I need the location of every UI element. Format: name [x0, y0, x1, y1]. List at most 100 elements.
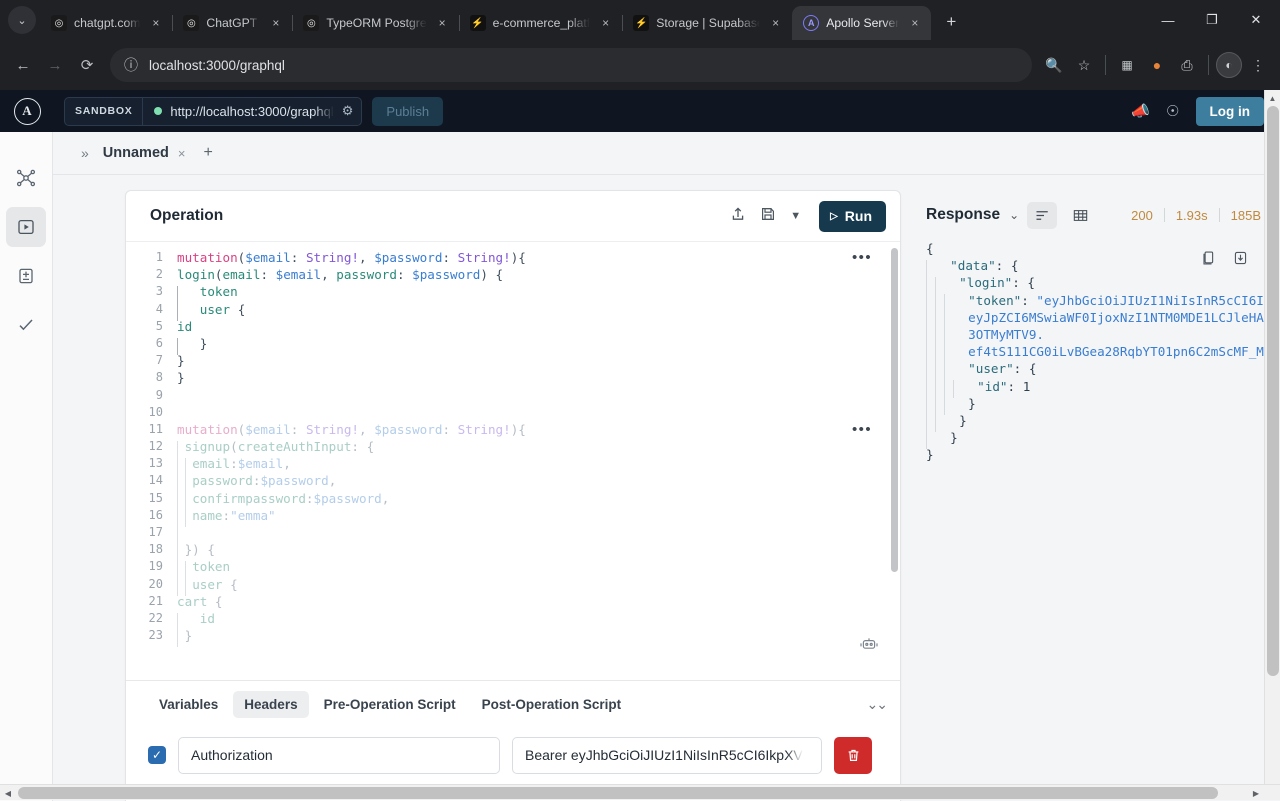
scroll-left-arrow[interactable]: ◀	[0, 785, 16, 801]
browser-tab-close-icon[interactable]: ×	[434, 15, 451, 32]
browser-tab-5[interactable]: AApollo Server×	[792, 6, 931, 40]
copy-clipboard-icon[interactable]	[1201, 250, 1216, 271]
kebab-menu-icon[interactable]: ⋮	[1244, 51, 1272, 79]
forward-icon: →	[40, 50, 70, 80]
minimize-button[interactable]: —	[1146, 4, 1190, 36]
line-number: 11	[126, 421, 177, 438]
line-number: 1	[126, 249, 177, 266]
profile-avatar[interactable]: ◐	[1216, 52, 1242, 78]
browser-tab-4[interactable]: ⚡Storage | Supabase×	[622, 6, 792, 40]
tab-search-button[interactable]: ⌄	[8, 6, 36, 34]
endpoint-url-text: http://localhost:3000/graphql	[170, 104, 333, 119]
code-line: 13email:$email,	[126, 455, 900, 472]
page-vertical-scrollbar[interactable]: ▲ ▼	[1264, 90, 1280, 800]
share-upload-icon[interactable]	[730, 206, 746, 226]
browser-tab-close-icon[interactable]: ×	[767, 15, 784, 32]
chevron-down-icon[interactable]: ▼	[790, 210, 801, 222]
browser-tab-close-icon[interactable]: ×	[597, 15, 614, 32]
op-bottom-tab-variables[interactable]: Variables	[148, 691, 229, 718]
json-lines-icon[interactable]	[1027, 202, 1057, 229]
code-line: 2login(email: $email, password: $passwor…	[126, 266, 900, 283]
fox-extension-icon[interactable]: ●	[1143, 51, 1171, 79]
scroll-up-arrow[interactable]: ▲	[1265, 90, 1280, 106]
page-horizontal-scrollbar[interactable]: ◀ ▶	[0, 784, 1280, 800]
reload-icon[interactable]: ⟳	[72, 50, 102, 80]
publish-button[interactable]: Publish	[372, 97, 443, 126]
endpoint-field[interactable]: http://localhost:3000/graphql ⚙	[143, 98, 361, 125]
table-grid-icon[interactable]	[1065, 202, 1095, 229]
openai-icon: ◎	[183, 15, 199, 31]
browser-chrome: ⌄ ◎chatgpt.com×◎ChatGPT×◎TypeORM Postgre…	[0, 0, 1280, 90]
endpoint-group: SANDBOX http://localhost:3000/graphql ⚙	[64, 97, 362, 126]
address-bar-text: localhost:3000/graphql	[149, 58, 1022, 73]
response-line: eyJpZCI6MSwiaWF0IjoxNzI1NTM0MDE1LCJleHAi…	[926, 309, 1280, 326]
scroll-right-arrow[interactable]: ▶	[1248, 785, 1264, 801]
header-value-input[interactable]: Bearer eyJhbGciOiJIUzI1NiIsInR5cCI6IkpXV	[512, 737, 822, 774]
document-tab-close-icon[interactable]: ×	[178, 146, 186, 161]
op-bottom-tab-post-operation-script[interactable]: Post-Operation Script	[471, 691, 633, 718]
document-tab-unnamed[interactable]: Unnamed ×	[103, 145, 186, 161]
login-button[interactable]: Log in	[1196, 97, 1265, 126]
header-key-input[interactable]: Authorization	[178, 737, 500, 774]
robot-assist-icon[interactable]	[860, 637, 878, 654]
close-window-button[interactable]: ✕	[1234, 4, 1278, 36]
run-button[interactable]: ▷ Run	[819, 201, 886, 232]
new-document-icon[interactable]	[6, 256, 46, 296]
trash-icon[interactable]	[834, 737, 872, 774]
line-code: id	[177, 318, 900, 335]
operation-bottom-panel: VariablesHeadersPre-Operation ScriptPost…	[126, 680, 900, 801]
address-bar[interactable]: ⓘ localhost:3000/graphql	[110, 48, 1032, 82]
info-circle-icon[interactable]: ⓘ	[122, 51, 140, 79]
operation-code[interactable]: 1mutation($email: String!, $password: St…	[126, 242, 900, 680]
code-line: 20user {	[126, 576, 900, 593]
operation-editor[interactable]: 1mutation($email: String!, $password: St…	[126, 241, 900, 680]
line-code: user {	[177, 301, 900, 318]
editor-scrollbar[interactable]	[891, 248, 898, 572]
line-menu-dots[interactable]: •••	[852, 249, 872, 266]
header-enabled-checkbox[interactable]: ✓	[148, 746, 166, 764]
apollo-logo[interactable]: A	[0, 90, 54, 132]
browser-tab-close-icon[interactable]: ×	[906, 15, 923, 32]
op-bottom-tab-pre-operation-script[interactable]: Pre-Operation Script	[313, 691, 467, 718]
back-icon[interactable]: ←	[8, 50, 38, 80]
op-bottom-tab-headers[interactable]: Headers	[233, 691, 308, 718]
explorer-icon[interactable]	[6, 207, 46, 247]
response-line: 3OTMyMTV9.	[926, 326, 1280, 343]
browser-tab-2[interactable]: ◎TypeORM Postgre×	[292, 6, 458, 40]
page-vertical-scroll-thumb[interactable]	[1267, 106, 1279, 676]
checks-icon[interactable]	[6, 305, 46, 345]
browser-tab-0[interactable]: ◎chatgpt.com×	[40, 6, 172, 40]
bookmark-star-icon[interactable]: ☆	[1070, 51, 1098, 79]
browser-tab-title: Storage | Supabase	[656, 16, 760, 30]
response-pane: Response ⌄ 200	[914, 190, 1280, 801]
line-number: 19	[126, 558, 177, 575]
response-chevron-down-icon[interactable]: ⌄	[1009, 208, 1019, 222]
zoom-search-icon[interactable]: 🔍	[1040, 51, 1068, 79]
line-menu-dots[interactable]: •••	[852, 421, 872, 438]
browser-tab-close-icon[interactable]: ×	[267, 15, 284, 32]
code-line: 14password:$password,	[126, 472, 900, 489]
schema-icon[interactable]	[6, 158, 46, 198]
line-code: }	[177, 627, 900, 644]
chevron-double-down-icon[interactable]: ⌄⌄	[867, 696, 886, 713]
gear-icon[interactable]: ⚙	[342, 103, 354, 119]
qr-extension-icon[interactable]: ▦	[1113, 51, 1141, 79]
supabase-icon: ⚡	[470, 15, 486, 31]
maximize-button[interactable]: ❐	[1190, 4, 1234, 36]
sidebar-collapse-icon[interactable]: »	[81, 145, 89, 161]
paste-extension-icon[interactable]: ⎙	[1173, 51, 1201, 79]
line-number: 5	[126, 318, 177, 335]
browser-tab-3[interactable]: ⚡e-commerce_platf×	[459, 6, 623, 40]
response-time: 1.93s	[1165, 208, 1219, 223]
line-number: 10	[126, 404, 177, 421]
response-body[interactable]: { "data": { "login": { "token": "eyJhbGc…	[914, 240, 1280, 801]
megaphone-icon[interactable]: 📣	[1131, 102, 1150, 120]
new-tab-button[interactable]: +	[937, 8, 965, 36]
page-horizontal-scroll-thumb[interactable]	[18, 787, 1218, 799]
add-document-button[interactable]: +	[203, 144, 212, 162]
save-floppy-icon[interactable]	[760, 206, 776, 226]
browser-tab-1[interactable]: ◎ChatGPT×	[172, 6, 292, 40]
download-icon[interactable]	[1233, 250, 1248, 271]
question-circle-icon[interactable]: ☉	[1166, 102, 1179, 120]
browser-tab-close-icon[interactable]: ×	[147, 15, 164, 32]
